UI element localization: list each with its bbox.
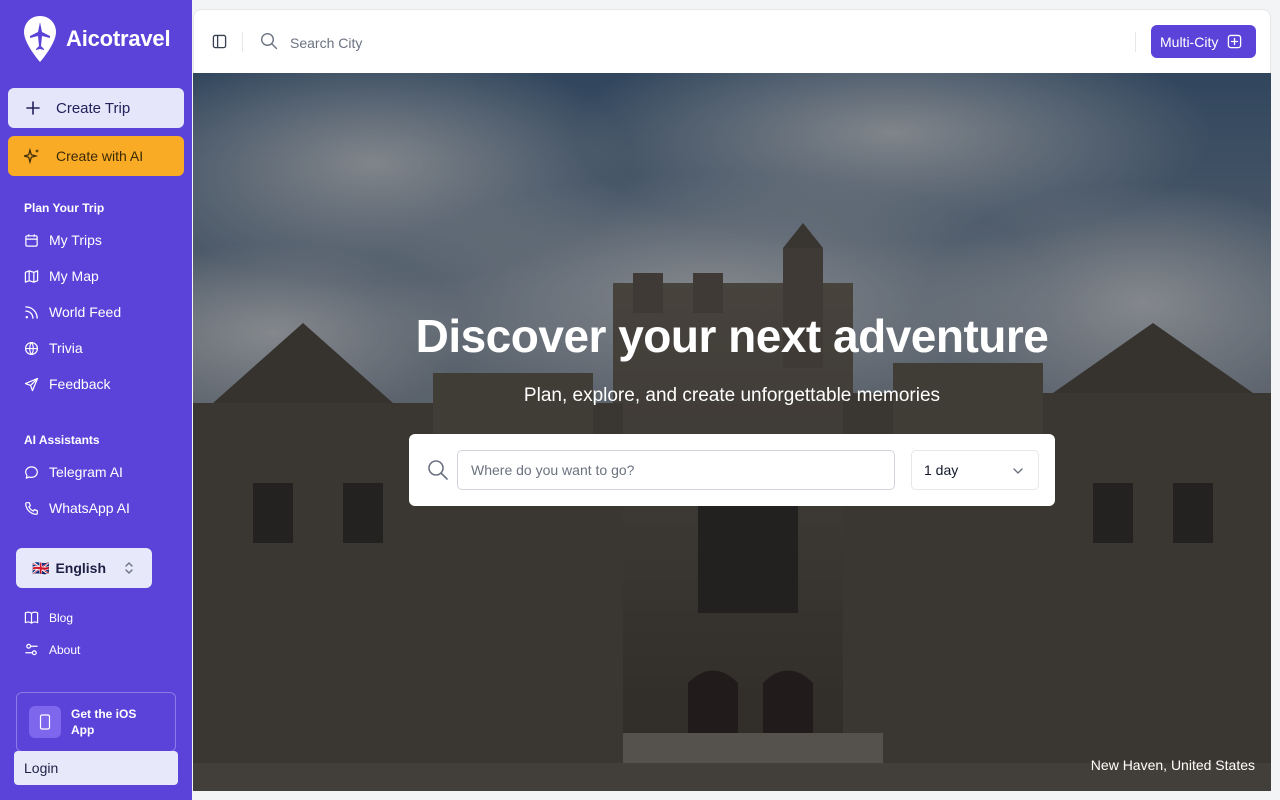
- login-label: Login: [24, 760, 59, 776]
- plus-square-icon: [1228, 34, 1242, 49]
- send-icon: [24, 377, 39, 391]
- map-icon: [24, 269, 39, 283]
- sidebar-item-my-trips[interactable]: My Trips: [24, 232, 102, 248]
- chevron-up-down-icon: [125, 562, 133, 574]
- globe-icon: [24, 341, 39, 355]
- plus-icon: [26, 101, 40, 115]
- search-icon: [260, 32, 278, 50]
- calendar-icon: [25, 233, 38, 247]
- hero-background-image: [193, 73, 1271, 791]
- sidebar-item-label: About: [49, 642, 81, 657]
- ios-app-card[interactable]: Get the iOS App: [16, 692, 176, 752]
- sidebar: Aicotravel Create Trip Create with AI Pl…: [0, 0, 192, 800]
- settings-sliders-icon: [25, 643, 38, 656]
- ios-app-label: Get the iOS App: [71, 707, 137, 737]
- destination-search-card: 1 day: [409, 434, 1055, 506]
- create-trip-label: Create Trip: [56, 99, 131, 117]
- sidebar-item-label: World Feed: [49, 304, 122, 320]
- sidebar-item-label: Telegram AI: [49, 464, 123, 480]
- rss-icon: [25, 305, 38, 319]
- sidebar-item-label: Blog: [49, 610, 74, 625]
- divider: [242, 32, 243, 52]
- create-with-ai-label: Create with AI: [56, 148, 144, 164]
- city-search-input[interactable]: [290, 32, 590, 54]
- plan-section-heading: Plan Your Trip: [24, 201, 105, 215]
- hero-title: Discover your next adventure: [415, 310, 1049, 362]
- sidebar-item-label: Trivia: [49, 340, 83, 356]
- sidebar-item-telegram-ai[interactable]: Telegram AI: [24, 464, 123, 480]
- airplane-pin-logo-icon: [24, 16, 56, 62]
- brand-name: Aicotravel: [66, 26, 171, 51]
- uk-flag-icon: 🇬🇧: [32, 559, 50, 576]
- photo-location-caption: New Haven, United States: [1090, 757, 1255, 773]
- search-icon: [428, 460, 448, 480]
- sidebar-item-about[interactable]: About: [24, 642, 80, 657]
- chat-icon: [25, 465, 38, 479]
- multi-city-button[interactable]: Multi-City: [1151, 25, 1256, 58]
- sidebar-item-label: My Trips: [49, 232, 102, 248]
- destination-input[interactable]: [457, 450, 895, 490]
- multi-city-label: Multi-City: [1160, 33, 1219, 50]
- duration-select[interactable]: 1 day: [911, 450, 1039, 490]
- ai-section-heading: AI Assistants: [24, 433, 100, 447]
- divider: [1135, 32, 1136, 52]
- language-selector[interactable]: 🇬🇧 English: [16, 548, 152, 588]
- duration-value: 1 day: [924, 462, 959, 478]
- hero-section: Discover your next adventure Plan, explo…: [193, 73, 1271, 791]
- sidebar-item-label: Feedback: [49, 376, 111, 392]
- logo[interactable]: Aicotravel: [22, 14, 171, 64]
- hero-subtitle: Plan, explore, and create unforgettable …: [523, 385, 941, 406]
- book-icon: [24, 611, 39, 624]
- sidebar-item-world-feed[interactable]: World Feed: [24, 304, 121, 320]
- sparkles-icon: [24, 148, 39, 164]
- sidebar-item-feedback[interactable]: Feedback: [24, 376, 110, 392]
- sidebar-item-my-map[interactable]: My Map: [24, 268, 99, 284]
- sidebar-toggle-icon[interactable]: [212, 34, 227, 49]
- language-label: English: [55, 560, 106, 576]
- sidebar-item-label: My Map: [49, 268, 99, 284]
- chevron-down-icon: [1013, 468, 1023, 474]
- phone-icon: [25, 501, 38, 515]
- login-button[interactable]: Login: [14, 751, 178, 785]
- top-bar: Multi-City: [193, 9, 1271, 73]
- phone-device-icon: [29, 706, 61, 738]
- create-with-ai-button[interactable]: Create with AI: [8, 136, 184, 176]
- sidebar-item-whatsapp-ai[interactable]: WhatsApp AI: [24, 500, 130, 516]
- sidebar-item-blog[interactable]: Blog: [24, 610, 73, 625]
- create-trip-button[interactable]: Create Trip: [8, 88, 184, 128]
- sidebar-item-trivia[interactable]: Trivia: [24, 340, 83, 356]
- sidebar-item-label: WhatsApp AI: [49, 500, 130, 516]
